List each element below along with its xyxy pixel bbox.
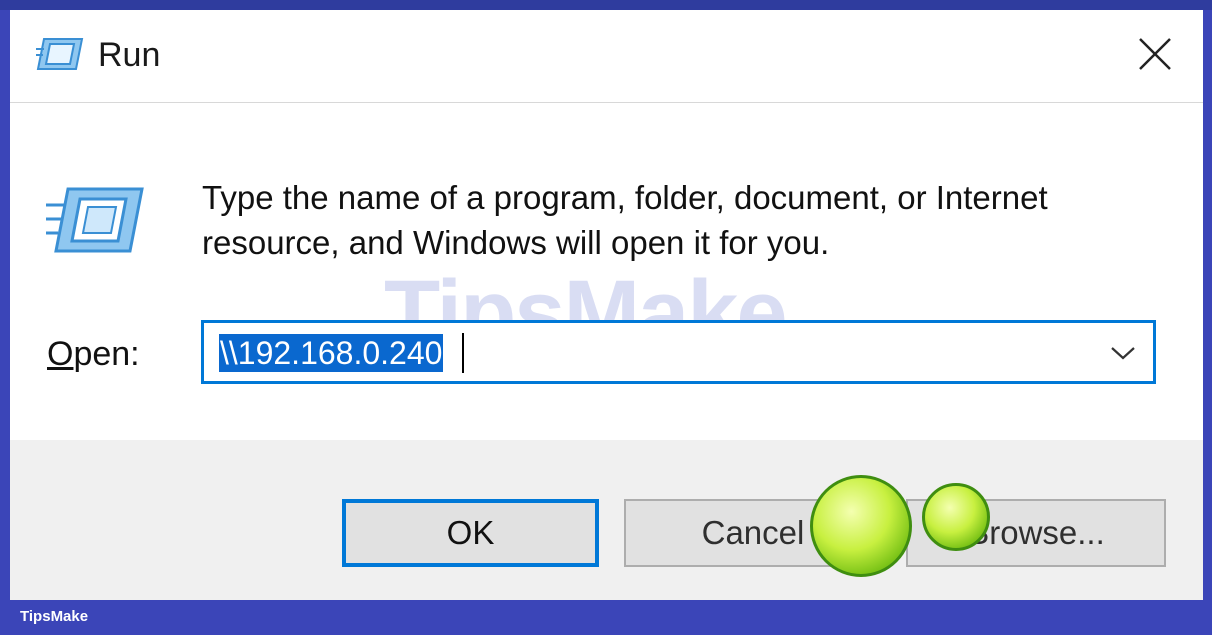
footer-bar: TipsMake (0, 600, 1212, 635)
open-label: Open: (47, 335, 140, 374)
close-button[interactable] (1120, 24, 1190, 84)
dialog-content: Type the name of a program, folder, docu… (10, 103, 1203, 440)
open-input-value[interactable]: \\192.168.0.240 (219, 334, 444, 372)
run-dialog: Run Type the name of a program, folder, … (10, 10, 1203, 600)
ok-button[interactable]: OK (342, 499, 599, 567)
text-caret (462, 333, 464, 373)
open-combobox[interactable]: \\192.168.0.240 (201, 320, 1156, 384)
chevron-down-icon (1111, 347, 1135, 360)
title-bar[interactable]: Run (10, 10, 1203, 102)
dialog-description: Type the name of a program, folder, docu… (202, 179, 1048, 261)
cancel-button-label: Cancel (701, 514, 805, 551)
run-icon (36, 38, 84, 70)
watermark-bubble (810, 475, 912, 577)
run-icon (46, 187, 144, 253)
open-label-accelerator: O (47, 335, 74, 373)
footer-brand: TipsMake (20, 608, 89, 625)
ok-button-label: OK (446, 514, 495, 551)
window-title: Run (98, 36, 161, 74)
close-icon (1139, 38, 1171, 70)
watermark-bubble (922, 483, 990, 551)
dropdown-button[interactable] (1105, 335, 1141, 371)
open-label-text: pen: (73, 335, 140, 373)
desktop-strip (0, 0, 1212, 10)
